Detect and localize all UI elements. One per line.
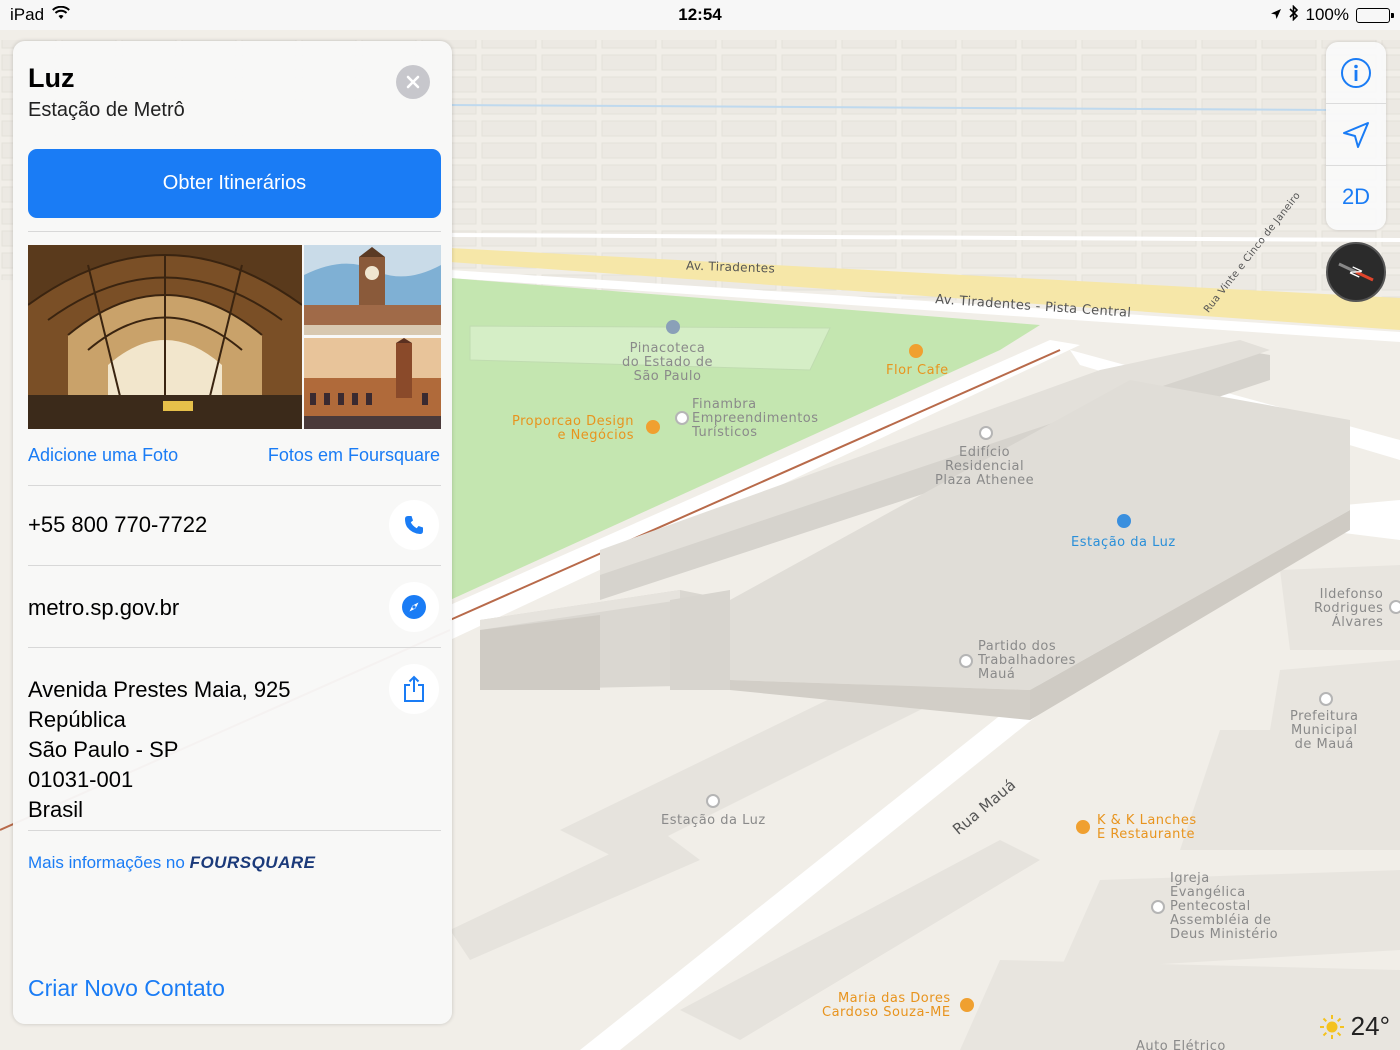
maria-pin-icon[interactable] — [960, 998, 974, 1012]
address-line: Avenida Prestes Maia, 925 — [28, 677, 291, 702]
view-mode-2d-button[interactable]: 2D — [1326, 166, 1386, 228]
place-subtitle: Estação de Metrô — [28, 99, 185, 121]
info-icon — [1341, 57, 1371, 88]
share-icon — [404, 675, 424, 702]
divider — [28, 830, 441, 831]
divider — [28, 485, 441, 486]
location-arrow-icon — [1343, 121, 1369, 148]
track-location-button[interactable] — [1326, 104, 1386, 166]
phone-icon — [405, 516, 423, 534]
photo-station-interior[interactable] — [28, 245, 302, 429]
partido-pin-icon[interactable] — [959, 654, 973, 668]
poi-flor-cafe[interactable]: Flor Cafe — [886, 364, 949, 378]
poi-partido[interactable]: Partido dos Trabalhadores Mauá — [978, 640, 1076, 682]
address-block[interactable]: Avenida Prestes Maia, 925 República São … — [28, 675, 291, 825]
poi-estacao-luz-metro[interactable]: Estação da Luz — [1071, 536, 1176, 550]
photo-station-facade[interactable] — [304, 338, 441, 429]
add-photo-link[interactable]: Adicione uma Foto — [28, 445, 178, 466]
poi-estacao-luz[interactable]: Estação da Luz — [661, 814, 766, 828]
close-icon — [406, 75, 420, 89]
foursquare-photos-link[interactable]: Fotos em Foursquare — [268, 445, 440, 466]
address-line: 01031-001 — [28, 767, 134, 792]
location-services-icon — [1270, 5, 1282, 25]
share-button[interactable] — [389, 664, 439, 714]
directions-button[interactable]: Obter Itinerários — [28, 149, 441, 218]
sun-icon — [1319, 1014, 1344, 1039]
battery-percent: 100% — [1305, 5, 1349, 24]
poi-finambra[interactable]: Finambra Empreendimentos Turísticos — [692, 398, 819, 440]
address-line: Brasil — [28, 797, 84, 822]
compass-icon: N — [1338, 262, 1374, 282]
poi-igreja[interactable]: Igreja Evangélica Pentecostal Assembléia de… — [1170, 872, 1278, 942]
poi-proporcao[interactable]: Proporcao Design e Negócios — [512, 415, 634, 443]
estacao-luz-pin-icon[interactable] — [706, 794, 720, 808]
compass-button[interactable]: N — [1326, 242, 1386, 302]
wifi-icon — [52, 5, 70, 25]
bluetooth-icon — [1288, 4, 1299, 26]
status-bar: iPad 12:54 100% — [0, 0, 1400, 30]
place-title: Luz — [28, 63, 75, 93]
phone-number[interactable]: +55 800 770-7722 — [28, 512, 207, 538]
poi-edificio[interactable]: Edifício Residencial Plaza Athenee — [935, 446, 1034, 488]
edificio-pin-icon[interactable] — [979, 426, 993, 440]
cafe-pin-icon[interactable] — [909, 344, 923, 358]
poi-auto[interactable]: Auto Elétrico — [1136, 1040, 1226, 1050]
close-button[interactable] — [396, 65, 430, 99]
divider — [28, 647, 441, 648]
foursquare-more-info-link[interactable]: Mais informações no FOURSQUARE — [28, 853, 315, 873]
divider — [28, 231, 441, 232]
address-line: São Paulo - SP — [28, 737, 179, 762]
weather-widget: 24° — [1319, 1011, 1390, 1042]
device-label: iPad — [10, 5, 45, 24]
svg-text:N: N — [1347, 264, 1366, 280]
poi-prefeitura[interactable]: Prefeitura Municipal de Mauá — [1290, 710, 1359, 752]
open-website-button[interactable] — [389, 582, 439, 632]
igreja-pin-icon[interactable] — [1151, 900, 1165, 914]
poi-ildefonso[interactable]: Ildefonso Rodrigues Álvares — [1314, 588, 1383, 630]
metro-station-pin-icon[interactable] — [1117, 514, 1131, 528]
map-controls: 2D — [1326, 42, 1386, 230]
address-line: República — [28, 707, 126, 732]
design-pin-icon[interactable] — [646, 420, 660, 434]
finambra-pin-icon[interactable] — [675, 411, 689, 425]
restaurant-pin-icon[interactable] — [1076, 820, 1090, 834]
status-time: 12:54 — [678, 5, 722, 24]
info-button[interactable] — [1326, 42, 1386, 104]
divider — [28, 565, 441, 566]
foursquare-logo: FOURSQUARE — [189, 853, 316, 872]
prefeitura-pin-icon[interactable] — [1319, 692, 1333, 706]
temperature: 24° — [1350, 1011, 1390, 1041]
call-button[interactable] — [389, 500, 439, 550]
place-card: Luz Estação de Metrô Obter Itinerários A… — [13, 41, 452, 1024]
poi-kk[interactable]: K & K Lanches E Restaurante — [1097, 814, 1197, 842]
more-info-prefix: Mais informações no — [28, 853, 185, 872]
website-link[interactable]: metro.sp.gov.br — [28, 595, 179, 621]
create-contact-link[interactable]: Criar Novo Contato — [28, 975, 225, 1002]
poi-pinacoteca[interactable]: Pinacoteca do Estado de São Paulo — [622, 342, 713, 384]
safari-compass-icon — [402, 595, 426, 619]
photo-clock-tower[interactable] — [304, 245, 441, 335]
ildefonso-pin-icon[interactable] — [1389, 600, 1400, 614]
poi-maria[interactable]: Maria das Dores Cardoso Souza-ME — [822, 992, 951, 1020]
battery-icon — [1356, 7, 1394, 23]
museum-pin-icon[interactable] — [666, 320, 680, 334]
